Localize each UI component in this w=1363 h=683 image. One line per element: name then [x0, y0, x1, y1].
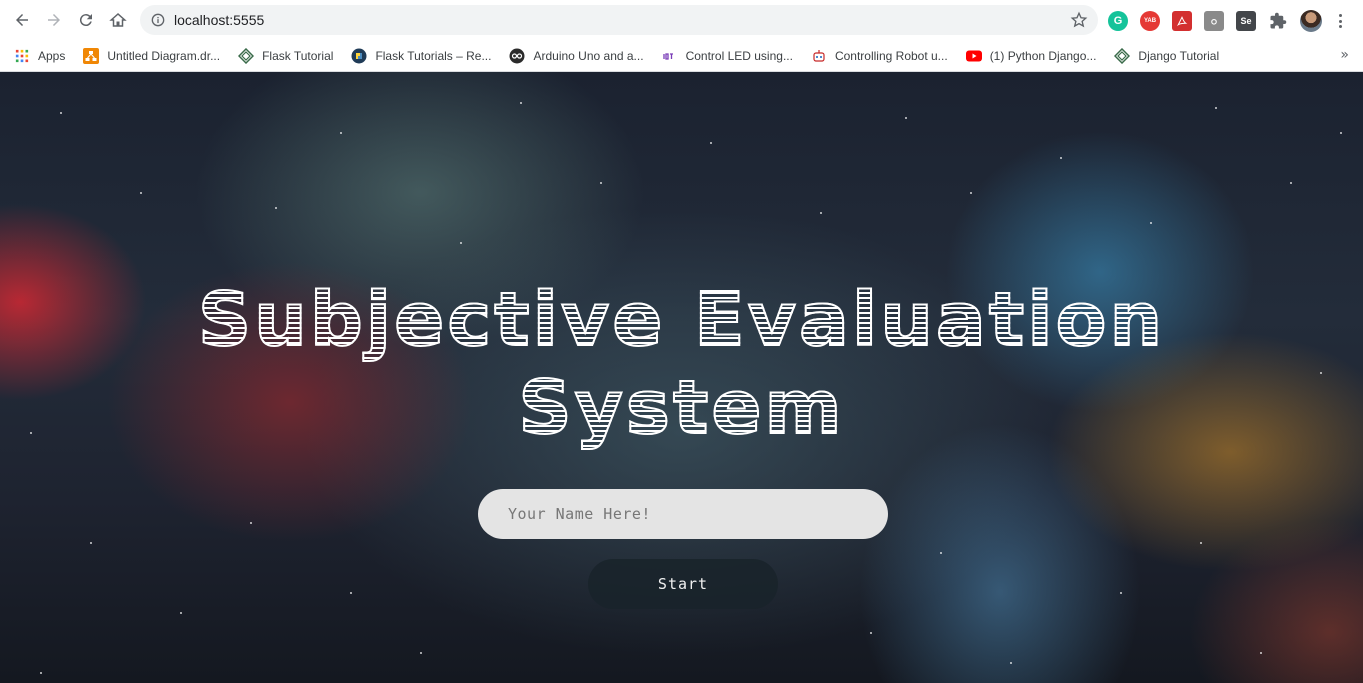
profile-avatar[interactable]: [1300, 10, 1322, 32]
home-button[interactable]: [102, 4, 134, 36]
browser-menu-icon[interactable]: [1334, 11, 1346, 31]
forward-button[interactable]: [38, 4, 70, 36]
bookmark-label: Flask Tutorials – Re...: [375, 48, 492, 63]
name-input[interactable]: [478, 489, 888, 539]
home-icon: [109, 12, 127, 27]
grammarly-extension-icon[interactable]: G: [1108, 11, 1128, 31]
back-button[interactable]: [6, 4, 38, 36]
url-text: localhost:5555: [174, 12, 265, 28]
title-line-2: System: [517, 364, 845, 452]
bookmark-label: Apps: [38, 48, 66, 63]
extensions-puzzle-icon[interactable]: [1268, 11, 1288, 31]
address-bar[interactable]: localhost:5555: [140, 5, 1098, 35]
robot-icon: [811, 48, 827, 64]
site-info-icon[interactable]: [150, 12, 166, 28]
youtube-icon: [965, 48, 982, 64]
bookmarks-bar: Apps Untitled Diagram.dr... Flask Tutori…: [0, 40, 1363, 72]
reload-button[interactable]: [70, 4, 102, 36]
extensions-area: G YAB Se: [1108, 8, 1346, 34]
arrow-left-icon: [16, 14, 28, 26]
selenium-extension-icon[interactable]: Se: [1236, 11, 1256, 31]
bookmark-star-icon[interactable]: [1070, 11, 1088, 29]
realpython-icon: [351, 48, 367, 64]
bookmark-apps[interactable]: Apps: [14, 48, 65, 64]
bookmark-controlling-robot[interactable]: Controlling Robot u...: [811, 48, 948, 64]
bookmark-label: (1) Python Django...: [989, 48, 1097, 63]
bookmark-label: Controlling Robot u...: [834, 48, 948, 63]
diamond-icon: [1114, 47, 1131, 64]
arrow-right-icon: [48, 14, 60, 26]
arduino-icon: [509, 48, 525, 64]
pdf-extension-icon[interactable]: [1172, 11, 1192, 31]
start-button[interactable]: Start: [588, 559, 778, 609]
bookmark-python-django[interactable]: (1) Python Django...: [965, 48, 1097, 64]
yab-extension-icon[interactable]: YAB: [1140, 11, 1160, 31]
browser-toolbar: localhost:5555 G YAB Se: [0, 0, 1363, 40]
bookmark-control-led[interactable]: Control LED using...: [662, 48, 793, 64]
page-title: Subjective Evaluation System: [0, 276, 1363, 452]
iot-icon: [662, 48, 678, 64]
bookmark-label: Arduino Uno and a...: [533, 48, 644, 63]
apps-grid-icon: [14, 48, 30, 64]
more-bookmarks-button[interactable]: »: [1340, 47, 1349, 63]
bookmark-flask-tutorials-realpython[interactable]: Flask Tutorials – Re...: [351, 48, 491, 64]
bookmark-flask-tutorial[interactable]: Flask Tutorial: [238, 47, 334, 64]
diamond-icon: [238, 47, 255, 64]
bookmark-label: Flask Tutorial: [262, 48, 334, 63]
reload-icon: [79, 14, 92, 27]
bookmark-django-tutorial[interactable]: Django Tutorial: [1114, 47, 1220, 64]
drawio-icon: [83, 47, 100, 64]
page-background: Subjective Evaluation System Start: [0, 72, 1363, 683]
bookmark-label: Control LED using...: [685, 48, 793, 63]
bookmark-untitled-diagram[interactable]: Untitled Diagram.dr...: [83, 47, 221, 64]
shopping-bag-extension-icon[interactable]: [1204, 11, 1224, 31]
title-line-1: Subjective Evaluation: [197, 276, 1166, 364]
bookmark-label: Django Tutorial: [1138, 48, 1220, 63]
bookmark-arduino-uno[interactable]: Arduino Uno and a...: [509, 48, 644, 64]
bookmark-label: Untitled Diagram.dr...: [107, 48, 221, 63]
